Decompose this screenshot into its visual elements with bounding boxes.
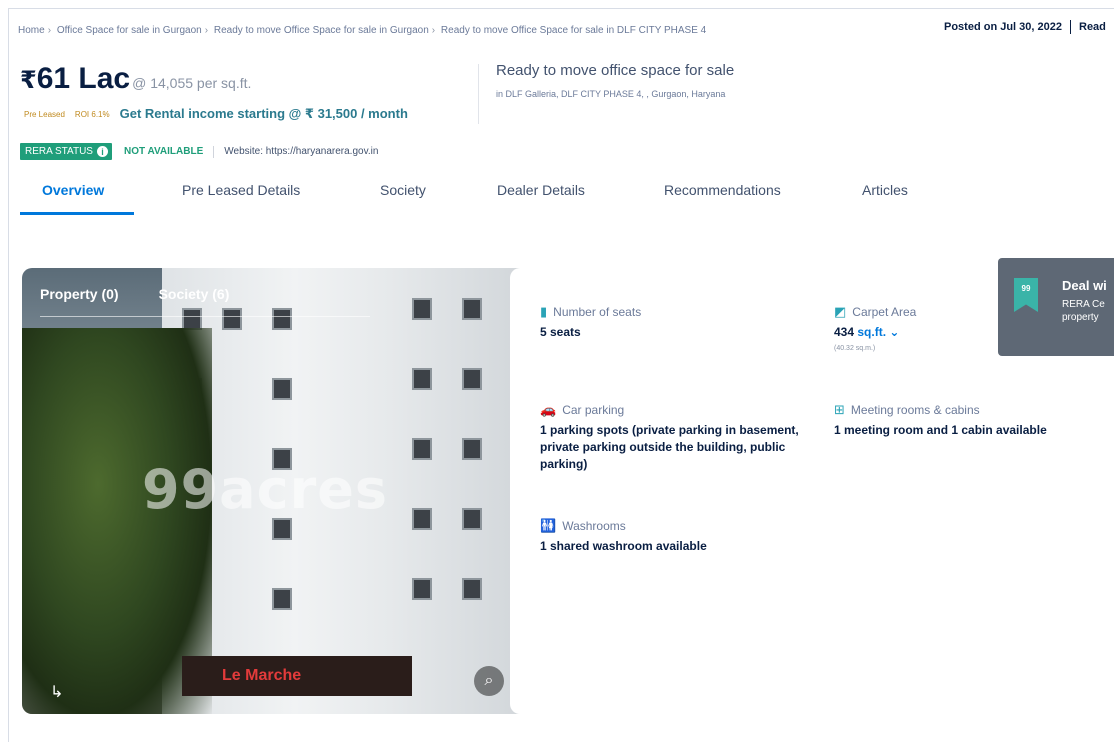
rera-status-badge[interactable]: RERA STATUS i [20, 143, 112, 160]
feature-washrooms: 🚻 Washrooms 1 shared washroom available [540, 518, 707, 555]
tab-overview[interactable]: Overview [42, 182, 104, 198]
rental-income-link[interactable]: Get Rental income starting @ ₹ 31,500 / … [120, 106, 408, 122]
car-icon: 🚗 [540, 402, 557, 417]
deal-text: RERA Ce property [1062, 299, 1105, 323]
posted-date: Posted on Jul 30, 2022 Read [944, 20, 1106, 34]
price-per-sqft: @ 14,055 per sq.ft. [132, 75, 252, 91]
feature-carpet-area: ◩ Carpet Area 434 sq.ft. ⌄ (40.32 sq.m.) [834, 304, 916, 352]
rera-status-value: NOT AVAILABLE [123, 146, 204, 157]
posted-text: Posted on Jul 30, 2022 [944, 20, 1062, 33]
feature-label: Meeting rooms & cabins [850, 403, 980, 417]
feature-value: 1 meeting room and 1 cabin available [834, 423, 1047, 437]
feature-meeting-rooms: ⊞ Meeting rooms & cabins 1 meeting room a… [834, 402, 1047, 439]
feature-label: Carpet Area [852, 305, 917, 319]
meeting-room-icon: ⊞ [834, 402, 845, 417]
tab-pre-leased-details[interactable]: Pre Leased Details [182, 182, 300, 198]
deal-banner[interactable]: 99 Deal wi RERA Ce property [998, 258, 1114, 356]
shop-sign: Le Marche [182, 656, 412, 696]
feature-label: Car parking [562, 403, 625, 417]
feature-label: Washrooms [562, 519, 626, 533]
carpet-area-sqm: (40.32 sq.m.) [834, 345, 876, 352]
section-tabs: Overview Pre Leased Details Society Deal… [20, 168, 1114, 216]
feature-label: Number of seats [553, 305, 642, 319]
feature-value: 1 shared washroom available [540, 539, 707, 553]
watermark: 99acres [142, 458, 388, 521]
price-tags: Pre Leased ROI 6.1% Get Rental income st… [24, 106, 408, 122]
posted-divider [1070, 20, 1071, 34]
tab-articles[interactable]: Articles [862, 182, 908, 198]
rera-divider [213, 145, 215, 158]
roi-tag: ROI 6.1% [74, 109, 110, 119]
breadcrumb-sep: › [204, 25, 209, 36]
price-block: ₹61 Lac @ 14,055 per sq.ft. [20, 62, 251, 96]
rera-badge-label: RERA STATUS [25, 146, 93, 157]
breadcrumb-current: Ready to move Office Space for sale in D… [440, 25, 707, 36]
read-link[interactable]: Read [1079, 21, 1106, 33]
breadcrumb-home[interactable]: Home [18, 25, 45, 36]
pre-leased-tag: Pre Leased [24, 109, 65, 119]
gallery-tab-line [40, 316, 370, 317]
breadcrumb-sep: › [47, 25, 52, 36]
tab-dealer-details[interactable]: Dealer Details [497, 182, 585, 198]
breadcrumb-office-gurgaon[interactable]: Office Space for sale in Gurgaon [57, 25, 202, 36]
deal-title: Deal wi [1062, 278, 1107, 293]
gallery-tab-society[interactable]: Society (6) [159, 286, 230, 302]
price-amount: 61 Lac [36, 62, 131, 95]
header-divider [478, 64, 479, 124]
feature-seats: ▮ Number of seats 5 seats [540, 304, 641, 341]
property-location: in DLF Galleria, DLF CITY PHASE 4, , Gur… [496, 89, 726, 99]
unit-dropdown[interactable]: sq.ft. ⌄ [857, 325, 899, 339]
breadcrumb: Home › Office Space for sale in Gurgaon › … [18, 25, 706, 36]
washroom-icon: 🚻 [540, 518, 557, 533]
area-icon: ◩ [834, 304, 847, 319]
feature-car-parking: 🚗 Car parking 1 parking spots (private pa… [540, 402, 810, 473]
gallery-tab-property[interactable]: Property (0) [40, 286, 119, 302]
info-icon[interactable]: i [96, 146, 108, 157]
property-photo-gallery[interactable]: Le Marche 99acres Property (0) Society (… [22, 268, 544, 714]
currency-symbol: ₹ [20, 67, 37, 94]
breadcrumb-sep: › [431, 25, 436, 36]
rera-row: RERA STATUS i NOT AVAILABLE Website: htt… [20, 143, 378, 160]
seat-icon: ▮ [540, 304, 548, 319]
feature-value: 1 parking spots (private parking in base… [540, 423, 799, 471]
active-tab-underline [20, 212, 134, 215]
chevron-down-icon: ⌄ [889, 325, 900, 339]
gallery-tabs: Property (0) Society (6) [40, 286, 229, 302]
tab-society[interactable]: Society [380, 182, 426, 198]
badge-icon: 99 [1014, 278, 1038, 312]
feature-value: 5 seats [540, 325, 581, 339]
zoom-icon[interactable]: ⌕ [474, 666, 504, 696]
property-headline: Ready to move office space for sale [496, 62, 735, 79]
rera-website[interactable]: Website: https://haryanarera.gov.in [224, 146, 378, 157]
expand-icon[interactable]: ↳ [50, 682, 63, 702]
breadcrumb-ready-gurgaon[interactable]: Ready to move Office Space for sale in G… [214, 25, 429, 36]
carpet-area-value: 434 [834, 325, 855, 339]
tab-recommendations[interactable]: Recommendations [664, 182, 781, 198]
